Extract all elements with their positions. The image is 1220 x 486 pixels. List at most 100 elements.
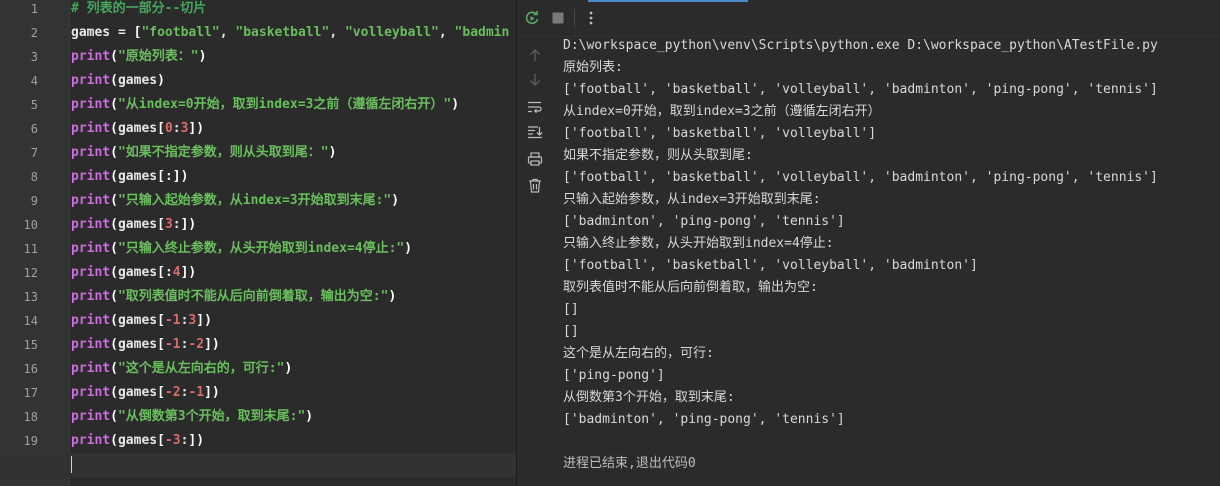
code-line: print("从index=0开始，取到index=3之前（遵循左闭右开）") [71, 95, 459, 119]
code-token: ( [110, 385, 118, 400]
console-output-line: 进程已结束,退出代码0 [563, 456, 696, 471]
console-output-line: 这个是从左向右的，可行: [563, 346, 714, 361]
line-number: 10 [23, 218, 38, 232]
code-token: print [71, 145, 111, 160]
console-output-line: ['football', 'basketball', 'volleyball',… [563, 82, 1158, 97]
line-number: 18 [23, 410, 38, 424]
code-token: "只输入终止参数，从头开始取到index=4停止:" [117, 241, 405, 256]
code-token: print [71, 97, 111, 112]
code-line: print(games[:]) [71, 167, 188, 191]
toolbar-separator [574, 9, 575, 27]
code-token: -2 [164, 385, 181, 400]
code-token: ]) [188, 433, 205, 448]
code-token: print [71, 361, 111, 376]
console-output-line: 取列表值时不能从后向前倒着取，输出为空: [563, 280, 818, 295]
code-line: print(games) [71, 71, 165, 95]
code-token: games [117, 169, 158, 184]
console-output-line: [] [563, 324, 579, 339]
code-token: "football" [141, 25, 220, 40]
code-token: ( [110, 169, 118, 184]
code-line: print("原始列表：") [71, 47, 206, 71]
code-token: print [71, 193, 111, 208]
code-token: 4 [172, 265, 181, 280]
code-token: "只输入起始参数，从index=3开始取到末尾:" [117, 193, 392, 208]
code-token: games = [71, 25, 134, 40]
line-number: 6 [30, 122, 38, 136]
code-token: print [71, 337, 111, 352]
code-token: -2 [188, 337, 205, 352]
code-token: print [71, 241, 111, 256]
code-token: , [329, 25, 345, 40]
console-output-line: 如果不指定参数，则从头取到尾: [563, 148, 753, 163]
more-options-icon[interactable] [582, 9, 600, 27]
line-number: 8 [30, 170, 38, 184]
console-output-line: ['badminton', 'ping-pong', 'tennis'] [563, 412, 845, 427]
console-output-line: 只输入起始参数，从index=3开始取到末尾: [563, 192, 821, 207]
code-token: -1 [164, 337, 181, 352]
current-line-highlight [0, 453, 516, 477]
code-token: [ [157, 433, 165, 448]
trash-icon[interactable] [526, 176, 544, 194]
code-editor[interactable]: 1234567891011121314151617181920 # 列表的一部分… [0, 0, 516, 486]
run-side-toolbar [517, 36, 553, 486]
code-token: print [71, 169, 111, 184]
code-token: 3 [164, 217, 173, 232]
soft-wrap-icon[interactable] [526, 98, 544, 116]
line-number: 14 [23, 314, 38, 328]
code-line: # 列表的一部分--切片 [71, 0, 206, 23]
console-output-line: 原始列表: [563, 60, 623, 75]
line-number: 1 [30, 2, 38, 16]
code-token: ( [110, 337, 118, 352]
code-token: "从倒数第3个开始，取到末尾:" [117, 409, 306, 424]
console-output-line: ['football', 'basketball', 'volleyball'] [563, 126, 877, 141]
code-token: ]) [196, 313, 212, 328]
code-token: : [172, 217, 181, 232]
console-output-line: 从倒数第3个开始，取到末尾: [563, 390, 735, 405]
code-token: ( [110, 409, 118, 424]
code-line: print("取列表值时不能从后向前倒着取，输出为空:") [71, 287, 396, 311]
line-number: 11 [23, 242, 38, 256]
scroll-up-icon[interactable] [526, 46, 544, 64]
console-output-line: 只输入终止参数，从头开始取到index=4停止: [563, 236, 834, 251]
code-token: [ [157, 313, 165, 328]
line-number: 13 [23, 290, 38, 304]
scroll-down-icon[interactable] [526, 71, 544, 89]
code-token: ( [110, 361, 118, 376]
line-number: 9 [30, 194, 38, 208]
code-token: "volleyball" [344, 25, 439, 40]
code-token: "原始列表：" [117, 49, 199, 64]
line-number: 2 [30, 26, 38, 40]
code-token: games [117, 337, 158, 352]
code-token: [ [157, 265, 165, 280]
code-token: : [172, 121, 181, 136]
scroll-to-end-icon[interactable] [526, 123, 544, 141]
line-number-gutter: 1234567891011121314151617181920 [0, 0, 70, 486]
code-token: "从index=0开始，取到index=3之前（遵循左闭右开）" [117, 97, 452, 112]
stop-icon[interactable] [549, 9, 567, 27]
console-output-line: ['ping-pong'] [563, 368, 665, 383]
line-number: 3 [30, 50, 38, 64]
code-token: games [117, 433, 158, 448]
code-line: print(games[-1:3]) [71, 311, 212, 335]
line-number: 4 [30, 74, 38, 88]
console-output-line: ['football', 'basketball', 'volleyball',… [563, 170, 1158, 185]
code-token: ( [110, 73, 118, 88]
print-icon[interactable] [526, 150, 544, 168]
code-line: games = ["football", "basketball", "voll… [71, 23, 509, 47]
rerun-icon[interactable] [523, 9, 541, 27]
code-token: ( [110, 433, 118, 448]
code-token: games [117, 385, 158, 400]
code-token: "如果不指定参数，则从头取到尾：" [117, 145, 329, 160]
code-token: ) [198, 49, 207, 64]
code-line: print("如果不指定参数，则从头取到尾：") [71, 143, 336, 167]
code-token: "取列表值时不能从后向前倒着取，输出为空:" [117, 289, 389, 304]
code-token: ( [110, 241, 118, 256]
code-token: ]) [204, 337, 220, 352]
code-token: [ [157, 169, 165, 184]
code-token: -1 [188, 385, 205, 400]
line-number: 15 [23, 338, 38, 352]
code-line: print(games[-3:]) [71, 431, 204, 455]
code-token: print [71, 265, 111, 280]
code-token: games [117, 217, 158, 232]
text-caret [71, 456, 72, 473]
